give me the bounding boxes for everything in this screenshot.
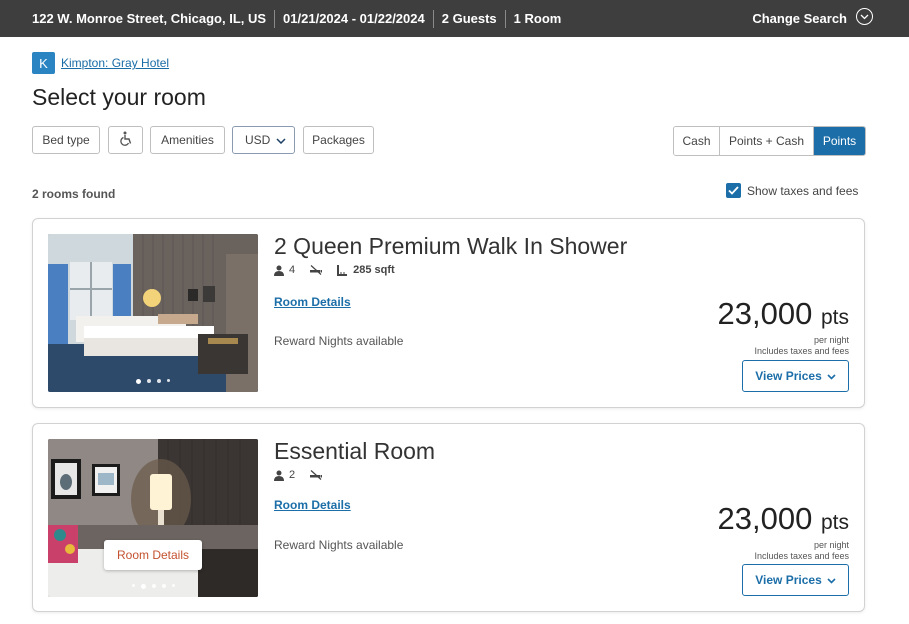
hotel-brand: K Kimpton: Gray Hotel: [32, 52, 169, 74]
price-unit: pts: [820, 306, 849, 329]
person-icon: [274, 470, 284, 481]
includes-taxes-label: Includes taxes and fees: [754, 551, 849, 561]
amenities-filter[interactable]: Amenities: [150, 126, 225, 154]
wheelchair-icon: [119, 131, 133, 149]
chevron-down-icon[interactable]: [856, 8, 873, 25]
chevron-down-icon: [827, 369, 836, 383]
search-guests: 2 Guests: [434, 9, 506, 28]
carousel-dot[interactable]: [171, 584, 175, 587]
page-title: Select your room: [32, 84, 206, 110]
no-smoking-icon: [309, 470, 323, 480]
room-details-link[interactable]: Room Details: [274, 498, 351, 512]
carousel-dot[interactable]: [161, 584, 166, 588]
per-night-label: per night: [813, 335, 849, 345]
view-prices-label: View Prices: [755, 573, 822, 587]
chevron-down-icon: [827, 573, 836, 587]
occupancy-count: 2: [289, 469, 296, 481]
room-name: 2 Queen Premium Walk In Shower: [274, 233, 628, 259]
hotel-room-photo: [48, 439, 258, 597]
carousel-dot[interactable]: [157, 379, 161, 383]
carousel-dot[interactable]: [136, 379, 141, 384]
room-price: 23,000 pts per night Includes taxes and …: [718, 502, 849, 562]
chevron-down-icon: [276, 133, 286, 147]
show-taxes-label: Show taxes and fees: [747, 183, 859, 198]
per-night-label: per night: [813, 540, 849, 550]
room-card: 2 Queen Premium Walk In Shower 4 285 sqf…: [32, 218, 865, 408]
accessible-filter[interactable]: [108, 126, 143, 154]
search-dates: 01/21/2024 - 01/22/2024: [275, 9, 434, 28]
reward-nights-note: Reward Nights available: [274, 538, 404, 552]
floor-plan-icon: [337, 264, 348, 276]
rate-option-cash[interactable]: Cash: [674, 127, 720, 155]
room-name: Essential Room: [274, 438, 436, 464]
carousel-dot[interactable]: [147, 379, 151, 383]
room-size: 285 sqft: [353, 264, 395, 276]
view-prices-button[interactable]: View Prices: [742, 564, 849, 596]
rate-option-points-cash[interactable]: Points + Cash: [720, 127, 814, 155]
search-address: 122 W. Monroe Street, Chicago, IL, US: [0, 9, 276, 28]
room-card: Room Details Essential Room 2 Room Detai…: [32, 423, 865, 612]
occupancy-count: 4: [289, 264, 296, 276]
room-amenities: 4 285 sqft: [274, 264, 409, 276]
packages-filter[interactable]: Packages: [303, 126, 374, 154]
rate-type-toggle: Cash Points + Cash Points: [673, 126, 866, 156]
photo-carousel-dots: [48, 584, 258, 589]
rate-option-points[interactable]: Points: [814, 127, 865, 155]
carousel-dot[interactable]: [140, 584, 146, 589]
currency-value: USD: [245, 133, 271, 147]
price-amount: 23,000: [717, 296, 813, 331]
search-rooms: 1 Room: [513, 10, 562, 26]
bed-type-filter[interactable]: Bed type: [32, 126, 100, 154]
no-smoking-icon: [309, 265, 323, 275]
carousel-dot[interactable]: [151, 584, 156, 588]
show-taxes-toggle[interactable]: Show taxes and fees: [726, 183, 858, 198]
photo-carousel-dots: [48, 379, 258, 384]
reward-nights-note: Reward Nights available: [274, 334, 404, 348]
room-photo[interactable]: Room Details: [48, 439, 258, 597]
currency-select[interactable]: USD: [232, 126, 295, 154]
carousel-dot[interactable]: [131, 584, 135, 587]
hotel-name-link[interactable]: Kimpton: Gray Hotel: [61, 56, 169, 70]
view-prices-button[interactable]: View Prices: [742, 360, 849, 392]
rooms-found-count: 2 rooms found: [32, 187, 116, 201]
price-amount: 23,000: [717, 501, 813, 536]
search-summary-bar: 122 W. Monroe Street, Chicago, IL, US 01…: [0, 0, 909, 37]
hotel-room-photo: [48, 234, 258, 392]
room-details-photo-button[interactable]: Room Details: [104, 540, 202, 570]
price-unit: pts: [820, 511, 849, 534]
includes-taxes-label: Includes taxes and fees: [754, 346, 849, 356]
room-amenities: 2: [274, 469, 328, 481]
carousel-dot[interactable]: [167, 379, 170, 382]
checkbox-checked-icon[interactable]: [726, 183, 741, 198]
room-details-link[interactable]: Room Details: [274, 295, 351, 309]
view-prices-label: View Prices: [755, 369, 822, 383]
change-search-label: Change Search: [752, 11, 847, 26]
change-search-button[interactable]: Change Search: [752, 0, 847, 37]
room-photo[interactable]: [48, 234, 258, 392]
hotel-logo: K: [32, 52, 55, 74]
room-price: 23,000 pts per night Includes taxes and …: [718, 297, 849, 357]
person-icon: [274, 265, 284, 276]
